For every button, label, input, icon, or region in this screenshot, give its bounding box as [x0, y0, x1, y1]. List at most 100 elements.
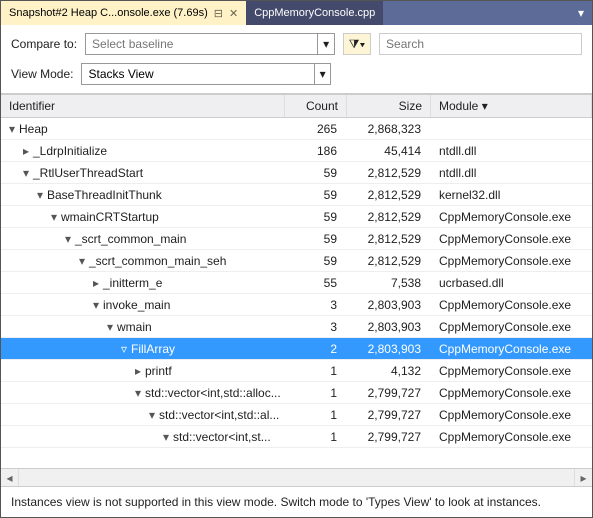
tree-toggle-icon[interactable]: ▾ [91, 298, 101, 312]
count-cell: 1 [285, 364, 347, 378]
table-row[interactable]: ▾_RtlUserThreadStart 592,812,529ntdll.dll [1, 162, 592, 184]
status-text: Instances view is not supported in this … [11, 495, 541, 509]
module-cell: CppMemoryConsole.exe [431, 342, 592, 356]
table-row[interactable]: ▸_initterm_e 557,538ucrbased.dll [1, 272, 592, 294]
identifier-text: printf [145, 364, 172, 378]
size-cell: 7,538 [347, 276, 431, 290]
horizontal-scrollbar[interactable]: ◂ ▸ [1, 468, 592, 486]
identifier-text: invoke_main [103, 298, 170, 312]
module-cell: ucrbased.dll [431, 276, 592, 290]
table-row[interactable]: ▾_scrt_common_main_seh592,812,529CppMemo… [1, 250, 592, 272]
tab-source[interactable]: CppMemoryConsole.cpp [246, 1, 383, 25]
tree-toggle-icon[interactable]: ▾ [77, 254, 87, 268]
tree-toggle-icon[interactable]: ▸ [91, 276, 101, 290]
identifier-text: std::vector<int,std::al... [159, 408, 279, 422]
tree-toggle-icon[interactable]: ▾ [133, 386, 143, 400]
viewmode-combo[interactable]: ▾ [81, 63, 331, 85]
tree-toggle-icon[interactable]: ▾ [63, 232, 73, 246]
status-bar: Instances view is not supported in this … [1, 486, 592, 517]
table-row[interactable]: ▾std::vector<int,std::alloc...12,799,727… [1, 382, 592, 404]
tree-toggle-icon[interactable]: ▾ [49, 210, 59, 224]
tree-toggle-icon[interactable]: ▾ [147, 408, 157, 422]
size-cell: 2,812,529 [347, 232, 431, 246]
scroll-right-icon[interactable]: ▸ [574, 469, 592, 486]
table-row[interactable]: ▾std::vector<int,st...12,799,727CppMemor… [1, 426, 592, 448]
compare-label: Compare to: [11, 37, 77, 51]
filter-button[interactable]: ⧩▾ [343, 33, 371, 55]
count-cell: 55 [285, 276, 347, 290]
tree-toggle-icon[interactable]: ▿ [119, 342, 129, 356]
search-input[interactable] [380, 34, 581, 54]
tree-toggle-icon[interactable]: ▾ [161, 430, 171, 444]
identifier-text: std::vector<int,st... [173, 430, 271, 444]
filter-icon: ⧩▾ [349, 37, 366, 52]
module-cell: CppMemoryConsole.exe [431, 298, 592, 312]
module-cell: CppMemoryConsole.exe [431, 364, 592, 378]
col-identifier[interactable]: Identifier [1, 95, 285, 117]
module-cell: CppMemoryConsole.exe [431, 210, 592, 224]
baseline-combo[interactable]: ▾ [85, 33, 335, 55]
tree-toggle-icon[interactable]: ▾ [7, 122, 17, 136]
tab-strip: Snapshot#2 Heap C...onsole.exe (7.69s) ⊟… [1, 1, 592, 25]
close-icon[interactable]: ✕ [229, 7, 238, 20]
tab-overflow-menu[interactable]: ▾ [570, 1, 592, 25]
tree-toggle-icon[interactable]: ▾ [21, 166, 31, 180]
chevron-down-icon[interactable]: ▾ [314, 64, 331, 84]
identifier-text: wmainCRTStartup [61, 210, 159, 224]
identifier-text: _RtlUserThreadStart [33, 166, 143, 180]
pin-icon[interactable]: ⊟ [214, 7, 223, 20]
size-cell: 2,799,727 [347, 408, 431, 422]
table-row[interactable]: ▾wmainCRTStartup592,812,529CppMemoryCons… [1, 206, 592, 228]
module-cell: ntdll.dll [431, 166, 592, 180]
identifier-text: _initterm_e [103, 276, 162, 290]
count-cell: 186 [285, 144, 347, 158]
count-cell: 59 [285, 188, 347, 202]
tree-toggle-icon[interactable]: ▾ [105, 320, 115, 334]
table-row[interactable]: ▾std::vector<int,std::al...12,799,727Cpp… [1, 404, 592, 426]
col-module[interactable]: Module ▾ [431, 95, 592, 117]
count-cell: 59 [285, 166, 347, 180]
size-cell: 2,803,903 [347, 298, 431, 312]
count-cell: 3 [285, 320, 347, 334]
size-cell: 4,132 [347, 364, 431, 378]
size-cell: 2,799,727 [347, 386, 431, 400]
heap-grid: Identifier Count Size Module ▾ ▾Heap2652… [1, 94, 592, 486]
table-row[interactable]: ▸printf 14,132CppMemoryConsole.exe [1, 360, 592, 382]
module-cell: CppMemoryConsole.exe [431, 232, 592, 246]
grid-body[interactable]: ▾Heap2652,868,323▸_LdrpInitialize18645,4… [1, 118, 592, 468]
module-cell: CppMemoryConsole.exe [431, 430, 592, 444]
module-cell: CppMemoryConsole.exe [431, 320, 592, 334]
table-row[interactable]: ▸_LdrpInitialize18645,414ntdll.dll [1, 140, 592, 162]
toolbar: Compare to: ▾ ⧩▾ View Mode: ▾ [1, 25, 592, 94]
module-cell: CppMemoryConsole.exe [431, 386, 592, 400]
table-row[interactable]: ▾BaseThreadInitThunk592,812,529kernel32.… [1, 184, 592, 206]
viewmode-input[interactable] [82, 64, 313, 84]
col-count[interactable]: Count [285, 95, 347, 117]
tree-toggle-icon[interactable]: ▸ [21, 144, 31, 158]
identifier-text: _scrt_common_main [75, 232, 186, 246]
table-row[interactable]: ▾_scrt_common_main592,812,529CppMemoryCo… [1, 228, 592, 250]
module-cell: kernel32.dll [431, 188, 592, 202]
size-cell: 2,868,323 [347, 122, 431, 136]
size-cell: 2,803,903 [347, 342, 431, 356]
table-row[interactable]: ▿FillArray22,803,903CppMemoryConsole.exe [1, 338, 592, 360]
size-cell: 2,812,529 [347, 166, 431, 180]
chevron-down-icon[interactable]: ▾ [317, 34, 334, 54]
identifier-text: BaseThreadInitThunk [47, 188, 162, 202]
size-cell: 2,799,727 [347, 430, 431, 444]
tree-toggle-icon[interactable]: ▸ [133, 364, 143, 378]
col-size[interactable]: Size [347, 95, 431, 117]
table-row[interactable]: ▾Heap2652,868,323 [1, 118, 592, 140]
identifier-text: Heap [19, 122, 48, 136]
table-row[interactable]: ▾invoke_main32,803,903CppMemoryConsole.e… [1, 294, 592, 316]
size-cell: 45,414 [347, 144, 431, 158]
table-row[interactable]: ▾wmain32,803,903CppMemoryConsole.exe [1, 316, 592, 338]
tab-snapshot[interactable]: Snapshot#2 Heap C...onsole.exe (7.69s) ⊟… [1, 1, 246, 25]
baseline-input[interactable] [86, 34, 317, 54]
module-cell: ntdll.dll [431, 144, 592, 158]
size-cell: 2,812,529 [347, 254, 431, 268]
search-box[interactable] [379, 33, 582, 55]
tree-toggle-icon[interactable]: ▾ [35, 188, 45, 202]
count-cell: 2 [285, 342, 347, 356]
scroll-left-icon[interactable]: ◂ [1, 469, 19, 486]
